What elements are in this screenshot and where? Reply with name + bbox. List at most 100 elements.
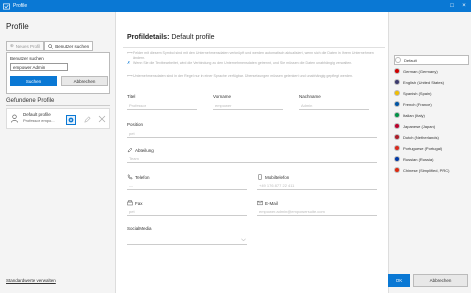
page-title-name: Default profile bbox=[171, 34, 215, 41]
language-label: Italian (Italy) bbox=[403, 112, 425, 118]
department-field[interactable]: Team bbox=[129, 156, 139, 161]
department-label-wrap: Abteilung bbox=[127, 147, 154, 153]
edit-icon[interactable] bbox=[84, 116, 91, 123]
flag-icon bbox=[394, 145, 400, 151]
fax-icon bbox=[127, 200, 133, 206]
found-profiles-heading: Gefundene Profile bbox=[6, 98, 55, 104]
search-icon bbox=[48, 43, 54, 49]
title-label: Titel bbox=[127, 94, 136, 99]
language-label: Spanish (Spain) bbox=[403, 90, 432, 96]
language-item[interactable]: Default bbox=[394, 55, 469, 65]
language-item[interactable]: Chinese (Simplified, PRC) bbox=[394, 165, 469, 175]
profile-details: Profildetails: Default profile ⟷ Felder m… bbox=[117, 12, 387, 293]
info-text: Unternehmensdaten sind in der Regel nur … bbox=[133, 74, 353, 78]
language-label: Dutch (Netherlands) bbox=[403, 134, 439, 140]
link-icon: ⟷ bbox=[127, 50, 133, 55]
search-button[interactable]: Suchen bbox=[10, 76, 57, 86]
person-icon bbox=[11, 114, 18, 123]
phone-label: Telefon bbox=[135, 174, 150, 180]
language-item[interactable]: Spanish (Spain) bbox=[394, 88, 469, 98]
language-item[interactable]: French (France) bbox=[394, 99, 469, 109]
mobile-label-wrap: Mobiltelefon bbox=[257, 174, 289, 180]
window-title: Profile bbox=[13, 3, 28, 9]
profile-name: Default profile bbox=[23, 112, 51, 117]
search-cancel-button[interactable]: Abbrechen bbox=[61, 76, 108, 86]
language-panel: Default German (Germany) English (United S… bbox=[388, 12, 471, 293]
info-note: ⟷ Unternehmensdaten sind in der Regel nur… bbox=[127, 73, 382, 79]
field-underline bbox=[213, 109, 283, 110]
language-label: German (Germany) bbox=[403, 68, 438, 74]
close-button[interactable]: × bbox=[459, 0, 469, 12]
select-profile-button[interactable] bbox=[66, 115, 76, 125]
language-label: Chinese (Simplified, PRC) bbox=[403, 167, 450, 173]
page-title-prefix: Profildetails: bbox=[127, 34, 170, 41]
flag-icon bbox=[394, 101, 400, 107]
field-underline bbox=[127, 137, 377, 138]
position-label: Position bbox=[127, 122, 144, 127]
language-item[interactable]: English (United States) bbox=[394, 77, 469, 87]
language-item[interactable]: Italian (Italy) bbox=[394, 110, 469, 120]
profile-subtitle: Professor empo... bbox=[23, 118, 55, 123]
field-underline bbox=[127, 215, 247, 216]
ok-button[interactable]: OK bbox=[388, 274, 410, 287]
phone-label-wrap: Telefon bbox=[127, 174, 150, 180]
language-item[interactable]: German (Germany) bbox=[394, 66, 469, 76]
translate-icon: ⟷ bbox=[127, 73, 133, 78]
tab-new-profile[interactable]: ⊕ Neues Profil bbox=[6, 41, 45, 51]
flag-icon bbox=[394, 134, 400, 140]
email-label-wrap: E-Mail bbox=[257, 200, 278, 206]
flag-icon bbox=[394, 123, 400, 129]
list-item[interactable]: Default profile Professor empo... bbox=[6, 108, 110, 129]
user-search-input[interactable]: empower Admin bbox=[10, 63, 68, 71]
profile-sidebar: Profile ⊕ Neues Profil Benutzer suchen B… bbox=[0, 12, 116, 293]
chevron-down-icon[interactable] bbox=[241, 238, 246, 242]
first-name-field[interactable]: empower bbox=[215, 103, 231, 108]
field-underline bbox=[299, 109, 369, 110]
divider bbox=[123, 47, 385, 48]
info-note: ⟷ Felder mit diesem Symbol sind mit den U… bbox=[127, 50, 382, 60]
first-name-label: Vorname bbox=[213, 94, 232, 99]
search-label: Benutzer suchen bbox=[10, 56, 44, 61]
info-text: Felder mit diesem Symbol sind mit den Un… bbox=[133, 51, 374, 60]
last-name-label: Nachname bbox=[299, 94, 321, 99]
phone-field[interactable]: — bbox=[129, 183, 133, 188]
language-label: Japanese (Japan) bbox=[403, 123, 436, 129]
phone-icon bbox=[127, 174, 133, 180]
language-label: English (United States) bbox=[403, 79, 444, 85]
department-icon bbox=[127, 147, 133, 153]
language-item[interactable]: Dutch (Netherlands) bbox=[394, 132, 469, 142]
flag-icon bbox=[394, 90, 400, 96]
field-underline bbox=[127, 162, 377, 163]
department-label: Abteilung bbox=[135, 147, 154, 153]
mobile-label: Mobiltelefon bbox=[265, 174, 290, 180]
field-underline bbox=[127, 189, 247, 190]
social-media-select[interactable] bbox=[127, 244, 247, 245]
mobile-field[interactable]: +49 176 877 22 411 bbox=[259, 183, 294, 188]
language-label: Russian (Russia) bbox=[403, 156, 434, 162]
flag-icon bbox=[394, 156, 400, 162]
maximize-button[interactable]: □ bbox=[447, 0, 457, 12]
tab-new-profile-label: Neues Profil bbox=[15, 43, 41, 49]
fax-field[interactable]: pet bbox=[129, 209, 135, 214]
unlink-icon: ✗ bbox=[127, 60, 131, 65]
language-item[interactable]: Russian (Russia) bbox=[394, 154, 469, 164]
fax-label-wrap: Fax bbox=[127, 200, 143, 206]
app-icon bbox=[3, 3, 10, 9]
cancel-button[interactable]: Abbrechen bbox=[413, 274, 468, 287]
last-name-field[interactable]: Admin bbox=[301, 103, 312, 108]
position-field[interactable]: pet bbox=[129, 131, 135, 136]
page-title: Profildetails: Default profile bbox=[127, 34, 215, 41]
email-label: E-Mail bbox=[265, 200, 278, 206]
flag-icon bbox=[395, 57, 401, 63]
email-field[interactable]: empower.admin@empowersuite.com bbox=[259, 209, 325, 214]
close-icon[interactable] bbox=[98, 115, 106, 123]
field-underline bbox=[257, 215, 377, 216]
field-underline bbox=[127, 109, 197, 110]
manage-defaults-link[interactable]: Standardwerte verwalten bbox=[6, 278, 56, 283]
tab-search-user[interactable]: Benutzer suchen bbox=[44, 41, 94, 51]
flag-icon bbox=[394, 167, 400, 173]
language-item[interactable]: Japanese (Japan) bbox=[394, 121, 469, 131]
language-item[interactable]: Portuguese (Portugal) bbox=[394, 143, 469, 153]
title-field[interactable]: Professor bbox=[129, 103, 146, 108]
language-label: French (France) bbox=[403, 101, 432, 107]
